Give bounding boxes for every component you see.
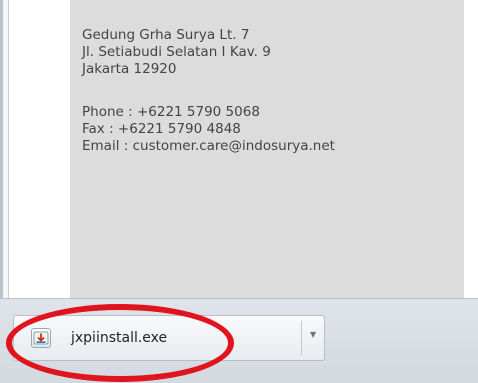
download-bar: jxpiinstall.exe ▼ <box>0 298 478 383</box>
browser-window: Gedung Grha Surya Lt. 7 Jl. Setiabudi Se… <box>0 0 478 383</box>
address-block: Gedung Grha Surya Lt. 7 Jl. Setiabudi Se… <box>82 27 271 78</box>
address-line: Jakarta 12920 <box>82 61 177 77</box>
download-file-name[interactable]: jxpiinstall.exe <box>71 329 167 347</box>
chevron-down-icon: ▼ <box>310 330 317 339</box>
left-frame-edge <box>0 0 9 298</box>
page-left-margin <box>0 0 70 298</box>
contact-block: Phone : +6221 5790 5068 Fax : +6221 5790… <box>82 104 335 155</box>
download-item[interactable]: jxpiinstall.exe ▼ <box>13 315 325 361</box>
phone-text: Phone : +6221 5790 5068 <box>82 104 260 120</box>
fax-text: Fax : +6221 5790 4848 <box>82 121 241 137</box>
download-options-button[interactable]: ▼ <box>302 316 325 360</box>
address-line: Gedung Grha Surya Lt. 7 <box>82 27 250 43</box>
address-line: Jl. Setiabudi Selatan I Kav. 9 <box>82 44 271 60</box>
installer-icon <box>31 328 51 348</box>
email-text: Email : customer.care@indosurya.net <box>82 138 335 154</box>
page-right-gutter <box>464 0 478 298</box>
